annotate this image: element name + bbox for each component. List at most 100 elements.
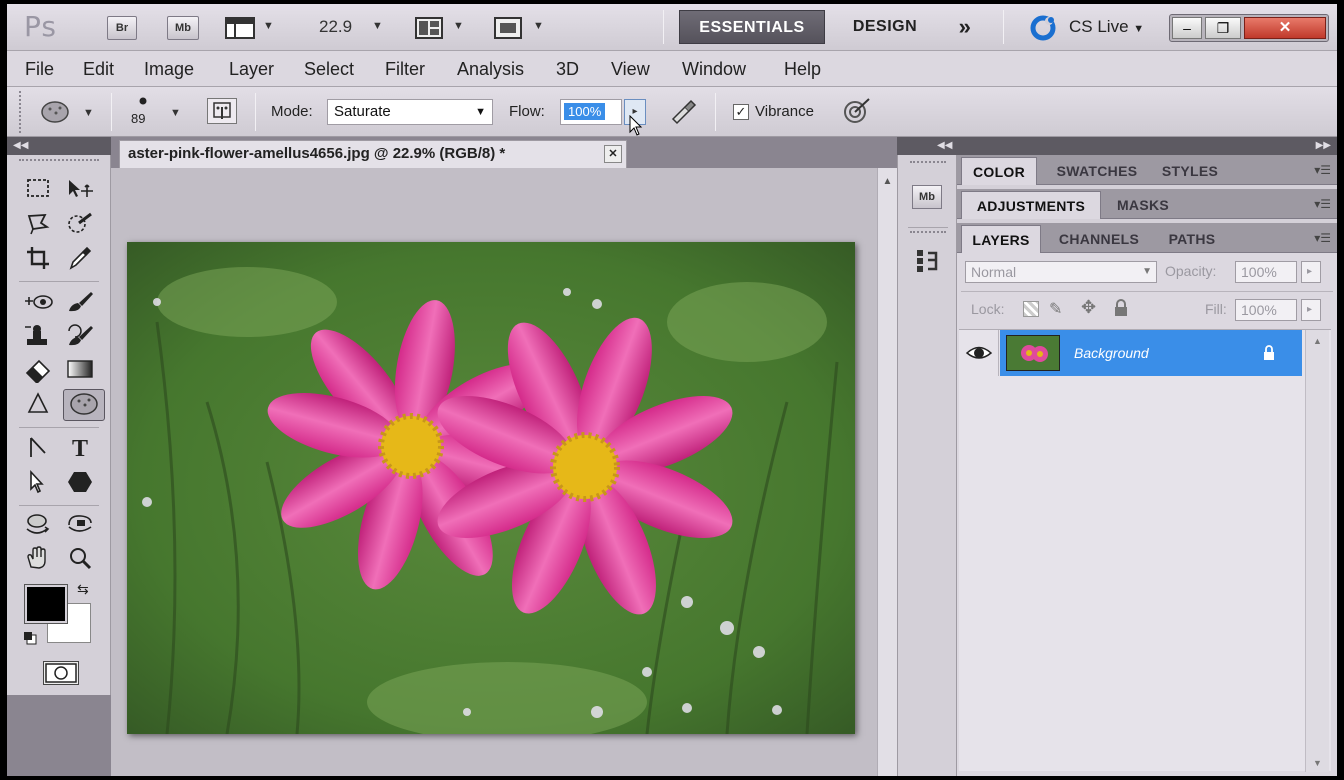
minimize-button[interactable]: – — [1172, 17, 1202, 39]
menu-filter[interactable]: Filter — [385, 59, 425, 80]
minibridge-panel-button[interactable]: Mb — [912, 185, 942, 209]
tablet-pressure-toggle[interactable] — [841, 97, 873, 125]
tab-channels[interactable]: CHANNELS — [1045, 225, 1153, 253]
menu-image[interactable]: Image — [144, 59, 194, 80]
pen-tool[interactable] — [23, 435, 53, 463]
tab-layers[interactable]: LAYERS — [961, 225, 1041, 253]
path-selection-tool[interactable] — [23, 469, 53, 497]
default-colors-icon[interactable] — [23, 631, 37, 645]
flow-input[interactable]: 100% — [560, 99, 622, 125]
document-vertical-scrollbar[interactable]: ▲ — [877, 168, 897, 776]
arrange-documents-button[interactable] — [415, 16, 445, 45]
lasso-tool[interactable] — [23, 211, 53, 239]
zoom-level-select[interactable]: 22.9 — [319, 17, 352, 37]
vibrance-checkbox[interactable]: ✓ — [733, 104, 749, 120]
panel-menu-icon[interactable]: ▾☰ — [1314, 197, 1331, 211]
more-workspaces-button[interactable]: » — [945, 10, 985, 44]
panels-collapse-bar[interactable]: ◀◀ ▶▶ — [897, 137, 1337, 155]
history-brush-tool[interactable] — [65, 323, 95, 351]
fill-slider-button[interactable]: ▸ — [1301, 299, 1321, 321]
chevron-down-icon[interactable]: ▼ — [372, 20, 383, 32]
gradient-tool[interactable] — [65, 357, 95, 385]
workspace-essentials-button[interactable]: ESSENTIALS — [679, 10, 825, 44]
screen-mode-button[interactable] — [494, 16, 524, 45]
tools-grip[interactable] — [19, 159, 99, 163]
hand-tool[interactable] — [23, 545, 53, 573]
marquee-tool[interactable] — [23, 177, 53, 205]
restore-button[interactable]: ❐ — [1205, 17, 1241, 39]
chevron-down-icon[interactable]: ▼ — [263, 20, 274, 32]
3d-orbit-tool[interactable] — [65, 511, 95, 539]
scroll-up-icon[interactable]: ▲ — [878, 176, 897, 187]
menu-3d[interactable]: 3D — [556, 59, 579, 80]
menu-file[interactable]: File — [25, 59, 54, 80]
move-tool[interactable] — [65, 177, 95, 205]
eyedropper-tool[interactable] — [65, 245, 95, 273]
menu-layer[interactable]: Layer — [229, 59, 274, 80]
history-panel-button[interactable] — [914, 247, 942, 275]
lock-all-icon[interactable] — [1113, 299, 1129, 317]
lock-position-icon[interactable]: ✥ — [1081, 297, 1096, 318]
tool-preset-picker[interactable] — [39, 99, 75, 130]
swap-colors-icon[interactable]: ⇆ — [77, 581, 89, 598]
chevron-down-icon[interactable]: ▼ — [83, 107, 94, 119]
strip-grip[interactable] — [910, 231, 946, 235]
tools-collapse-bar[interactable]: ◀◀ — [7, 137, 111, 155]
zoom-tool[interactable] — [65, 545, 95, 573]
panel-menu-icon[interactable]: ▾☰ — [1314, 231, 1331, 245]
chevron-down-icon[interactable]: ▼ — [533, 20, 544, 32]
foreground-color-swatch[interactable] — [24, 584, 68, 624]
layer-visibility-toggle[interactable] — [959, 330, 999, 376]
close-button[interactable]: ✕ — [1244, 17, 1326, 39]
layers-scrollbar[interactable]: ▲ ▼ — [1305, 330, 1329, 772]
opacity-input[interactable]: 100% — [1235, 261, 1297, 283]
shape-tool[interactable] — [65, 469, 95, 497]
quick-selection-tool[interactable] — [65, 211, 95, 239]
menu-view[interactable]: View — [611, 59, 650, 80]
document-tab[interactable]: aster-pink-flower-amellus4656.jpg @ 22.9… — [119, 140, 627, 168]
brush-picker-chevron-icon[interactable]: ▼ — [170, 107, 181, 119]
view-extras-button[interactable] — [225, 16, 257, 40]
blend-mode-select[interactable]: Normal ▼ — [965, 261, 1157, 283]
panel-menu-icon[interactable]: ▾☰ — [1314, 163, 1331, 177]
crop-tool[interactable] — [23, 245, 53, 273]
opacity-slider-button[interactable]: ▸ — [1301, 261, 1321, 283]
lock-transparent-pixels-icon[interactable] — [1023, 301, 1039, 317]
tab-adjustments[interactable]: ADJUSTMENTS — [961, 191, 1101, 219]
strip-grip[interactable] — [910, 161, 946, 165]
tab-styles[interactable]: STYLES — [1155, 157, 1225, 185]
lock-image-pixels-icon[interactable]: ✎ — [1049, 299, 1062, 319]
clone-stamp-tool[interactable] — [23, 323, 53, 351]
document-image[interactable] — [127, 242, 855, 734]
launch-bridge-button[interactable]: Br — [107, 16, 137, 40]
layer-row-background[interactable]: Background — [1000, 330, 1302, 376]
launch-minibridge-button[interactable]: Mb — [167, 16, 199, 40]
tab-paths[interactable]: PATHS — [1155, 225, 1229, 253]
fill-input[interactable]: 100% — [1235, 299, 1297, 321]
menu-window[interactable]: Window — [682, 59, 746, 80]
options-bar-grip[interactable] — [19, 91, 23, 133]
tab-swatches[interactable]: SWATCHES — [1041, 157, 1153, 185]
sponge-tool[interactable] — [63, 389, 105, 421]
brush-panel-button[interactable] — [207, 98, 237, 124]
quick-mask-button[interactable] — [43, 661, 79, 685]
scroll-up-icon[interactable]: ▲ — [1306, 336, 1329, 346]
chevron-down-icon[interactable]: ▼ — [453, 20, 464, 32]
airbrush-toggle[interactable] — [667, 97, 699, 125]
workspace-design-button[interactable]: DESIGN — [839, 10, 931, 44]
menu-select[interactable]: Select — [304, 59, 354, 80]
scroll-down-icon[interactable]: ▼ — [1306, 758, 1329, 768]
tab-color[interactable]: COLOR — [961, 157, 1037, 185]
close-document-button[interactable]: ✕ — [604, 145, 622, 163]
mode-select[interactable]: Saturate ▼ — [327, 99, 493, 125]
3d-rotate-tool[interactable] — [23, 511, 53, 539]
spot-healing-tool[interactable] — [23, 289, 53, 317]
menu-edit[interactable]: Edit — [83, 59, 114, 80]
tab-masks[interactable]: MASKS — [1103, 191, 1183, 219]
menu-analysis[interactable]: Analysis — [457, 59, 524, 80]
type-tool[interactable]: T — [65, 435, 95, 463]
menu-help[interactable]: Help — [784, 59, 821, 80]
blur-tool[interactable] — [23, 391, 53, 419]
eraser-tool[interactable] — [23, 357, 53, 385]
brush-tool[interactable] — [65, 289, 95, 317]
